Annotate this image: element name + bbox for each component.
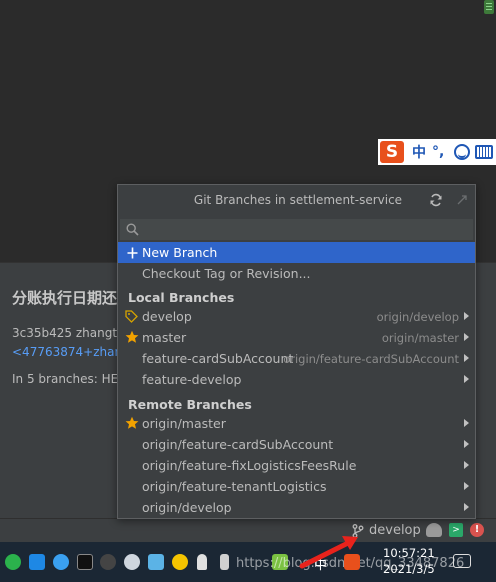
checkout-tag-label: Checkout Tag or Revision...: [142, 266, 311, 281]
status-icons: > !: [426, 523, 491, 537]
keyboard-icon[interactable]: [475, 145, 494, 159]
local-branch-develop[interactable]: develop origin/develop: [118, 306, 475, 327]
feather-icon[interactable]: [53, 554, 69, 570]
ime-punctuation-toggle[interactable]: °,: [432, 144, 444, 160]
cloud-icon[interactable]: [124, 554, 140, 570]
error-icon[interactable]: !: [470, 523, 484, 537]
refresh-icon[interactable]: [429, 193, 443, 207]
branch-search-input[interactable]: [144, 221, 464, 239]
branch-name: origin/master: [142, 416, 226, 431]
wechat-icon[interactable]: [5, 554, 21, 570]
star-icon: [125, 330, 139, 343]
remote-branch-origin-feature-fixlogisticsfeesrule[interactable]: origin/feature-fixLogisticsFeesRule: [118, 455, 475, 476]
submenu-arrow-icon: [464, 375, 469, 383]
ime-language-toggle[interactable]: 中: [412, 142, 426, 162]
local-branch-feature-cardsubaccount[interactable]: feature-cardSubAccount origin/feature-ca…: [118, 348, 475, 369]
new-branch-label: New Branch: [142, 245, 218, 260]
sogou-tray-icon[interactable]: [344, 554, 360, 570]
commit-message: 分账执行日期还: [12, 289, 118, 307]
usb-icon[interactable]: [220, 554, 229, 570]
network-icon[interactable]: [148, 554, 164, 570]
local-branch-feature-develop[interactable]: feature-develop: [118, 369, 475, 390]
expand-icon[interactable]: [457, 195, 467, 205]
plus-icon: [127, 247, 138, 259]
remote-branch-origin-develop[interactable]: origin/develop: [118, 497, 475, 518]
tag-icon: [125, 310, 138, 323]
remote-branch-origin-feature-tenantlogistics[interactable]: origin/feature-tenantLogistics: [118, 476, 475, 497]
tracking-branch: origin/feature-cardSubAccount: [283, 352, 459, 366]
commit-author-email-link[interactable]: <47763874+zhang: [12, 345, 120, 359]
remote-branch-origin-feature-cardsubaccount[interactable]: origin/feature-cardSubAccount: [118, 434, 475, 455]
popup-header: Git Branches in settlement-service: [118, 185, 475, 215]
headset-icon[interactable]: [100, 554, 116, 570]
emoji-icon[interactable]: [454, 144, 471, 160]
clock-time: 10:57:21: [383, 546, 435, 560]
branch-name: origin/feature-fixLogisticsFeesRule: [142, 458, 357, 473]
clock-date: 2021/3/5: [383, 562, 435, 576]
commit-hash-author: 3c35b425 zhangta: [12, 326, 120, 340]
plus-circle-icon[interactable]: [172, 554, 188, 570]
hector-icon[interactable]: [426, 523, 442, 537]
remote-branches-header: Remote Branches: [128, 397, 252, 412]
branch-search-box[interactable]: [119, 218, 474, 241]
taskbar-ime-indicator[interactable]: 中: [314, 554, 327, 573]
submenu-arrow-icon: [464, 354, 469, 362]
submenu-arrow-icon: [464, 440, 469, 448]
terminal-icon[interactable]: >: [449, 523, 463, 537]
git-branches-popup: Git Branches in settlement-service New B…: [117, 184, 476, 519]
search-icon: [126, 223, 139, 236]
popup-title: Git Branches in settlement-service: [193, 193, 403, 207]
remote-branch-origin-master[interactable]: origin/master: [118, 413, 475, 434]
intellij-icon[interactable]: [77, 554, 93, 570]
tracking-branch: origin/develop: [376, 310, 459, 324]
checkout-tag-action[interactable]: Checkout Tag or Revision...: [118, 263, 475, 284]
submenu-arrow-icon: [464, 503, 469, 511]
ime-toolbar[interactable]: S 中 °,: [378, 139, 496, 165]
branch-name: develop: [142, 309, 192, 324]
browser-icon[interactable]: [29, 554, 45, 570]
submenu-arrow-icon: [464, 419, 469, 427]
current-branch-label: develop: [369, 523, 421, 538]
branch-name: origin/feature-tenantLogistics: [142, 479, 327, 494]
branch-name: origin/feature-cardSubAccount: [142, 437, 334, 452]
action-center-icon[interactable]: [453, 554, 471, 568]
submenu-arrow-icon: [464, 482, 469, 490]
sogou-ime-logo[interactable]: S: [380, 141, 404, 163]
local-branches-header: Local Branches: [128, 290, 235, 305]
windows-taskbar: https://blog.csdn.net/qq_33487826 中 10:5…: [0, 542, 496, 582]
notification-bell-icon[interactable]: [197, 554, 207, 570]
git-branch-widget[interactable]: develop: [352, 523, 421, 538]
submenu-arrow-icon: [464, 333, 469, 341]
new-branch-action[interactable]: New Branch: [118, 242, 475, 263]
commit-branches-info: In 5 branches: HEA: [12, 372, 120, 386]
star-icon: [125, 416, 139, 429]
tracking-branch: origin/master: [381, 331, 459, 345]
submenu-arrow-icon: [464, 461, 469, 469]
branch-name: origin/develop: [142, 500, 232, 515]
scrollbar-thumb[interactable]: [484, 0, 494, 14]
submenu-arrow-icon: [464, 312, 469, 320]
branch-name: feature-develop: [142, 372, 242, 387]
branch-name: feature-cardSubAccount: [142, 351, 294, 366]
branch-name: master: [142, 330, 187, 345]
taskbar-clock[interactable]: 10:57:21 2021/3/5: [383, 545, 435, 577]
git-branch-icon: [352, 523, 364, 538]
local-branch-master[interactable]: master origin/master: [118, 327, 475, 348]
status-bar: develop > !: [0, 518, 496, 542]
